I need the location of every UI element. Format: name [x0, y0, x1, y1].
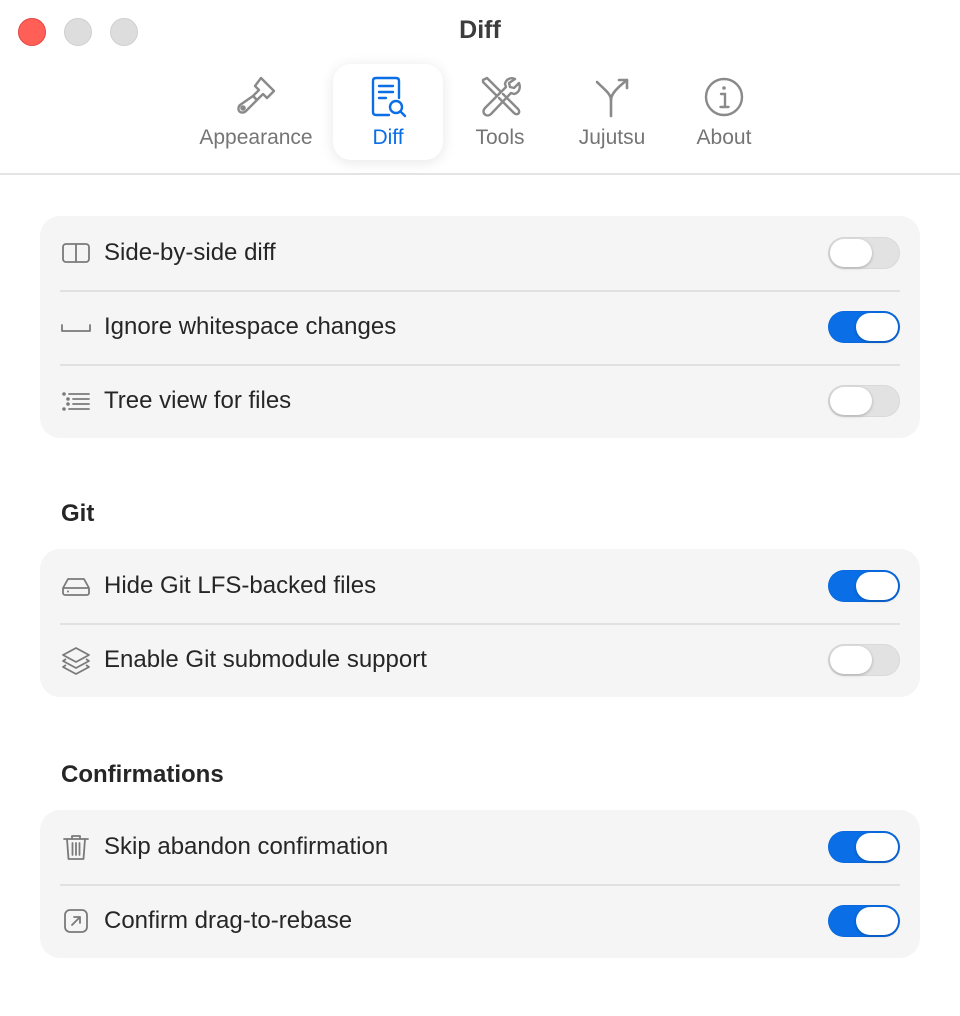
tab-about[interactable]: About [680, 64, 768, 160]
toggle-knob [856, 572, 898, 600]
skip-abandon-row: Skip abandon confirmation [40, 810, 920, 884]
tab-label: Diff [372, 126, 404, 149]
row-label: Tree view for files [104, 387, 292, 414]
drive-icon [60, 570, 92, 602]
tree-view-row: Tree view for files [40, 364, 920, 438]
row-label: Hide Git LFS-backed files [104, 572, 377, 599]
toggle-knob [856, 907, 898, 935]
toggle-knob [856, 833, 898, 861]
space-icon [60, 311, 92, 343]
tab-diff[interactable]: Diff [333, 64, 443, 160]
branch-icon [587, 72, 637, 122]
drag-to-rebase-row: Confirm drag-to-rebase [40, 884, 920, 958]
row-label: Side-by-side diff [104, 239, 276, 266]
tree-list-icon [60, 385, 92, 417]
skip-abandon-toggle[interactable] [828, 831, 900, 863]
toggle-knob [830, 646, 872, 674]
row-label: Confirm drag-to-rebase [104, 907, 353, 934]
toggle-knob [830, 239, 872, 267]
tab-label: Jujutsu [578, 126, 646, 149]
toolbar: Diff Appearance Diff Tools Jujutsu About [0, 0, 960, 175]
window-title: Diff [459, 16, 501, 44]
git-options-group: Hide Git LFS-backed files Enable Git sub… [40, 549, 920, 697]
side-by-side-diff-row: Side-by-side diff [40, 216, 920, 290]
submodule-support-toggle[interactable] [828, 644, 900, 676]
confirmations-group: Skip abandon confirmation Confirm drag-t… [40, 810, 920, 958]
toggle-knob [830, 387, 872, 415]
confirmations-section-title: Confirmations [61, 761, 224, 788]
hide-lfs-row: Hide Git LFS-backed files [40, 549, 920, 623]
row-label: Ignore whitespace changes [104, 313, 397, 340]
side-by-side-diff-toggle[interactable] [828, 237, 900, 269]
trash-icon [60, 831, 92, 863]
arrow-up-right-square-icon [60, 905, 92, 937]
submodule-support-row: Enable Git submodule support [40, 623, 920, 697]
info-icon [699, 72, 749, 122]
tab-jujutsu[interactable]: Jujutsu [563, 64, 661, 160]
diff-options-group: Side-by-side diff Ignore whitespace chan… [40, 216, 920, 438]
tab-label: Appearance [199, 126, 313, 149]
tab-label: About [696, 126, 752, 149]
stack-icon [60, 644, 92, 676]
git-section-title: Git [61, 500, 95, 527]
tab-tools[interactable]: Tools [452, 64, 548, 160]
wrench-screwdriver-icon [475, 72, 525, 122]
tab-appearance[interactable]: Appearance [190, 64, 322, 160]
doc-magnifier-icon [363, 72, 413, 122]
ignore-whitespace-toggle[interactable] [828, 311, 900, 343]
hide-lfs-toggle[interactable] [828, 570, 900, 602]
tree-view-toggle[interactable] [828, 385, 900, 417]
split-view-icon [60, 237, 92, 269]
toggle-knob [856, 313, 898, 341]
row-label: Skip abandon confirmation [104, 833, 389, 860]
tab-label: Tools [475, 126, 525, 149]
ignore-whitespace-row: Ignore whitespace changes [40, 290, 920, 364]
row-label: Enable Git submodule support [104, 646, 427, 673]
drag-to-rebase-toggle[interactable] [828, 905, 900, 937]
paintbrush-icon [231, 72, 281, 122]
